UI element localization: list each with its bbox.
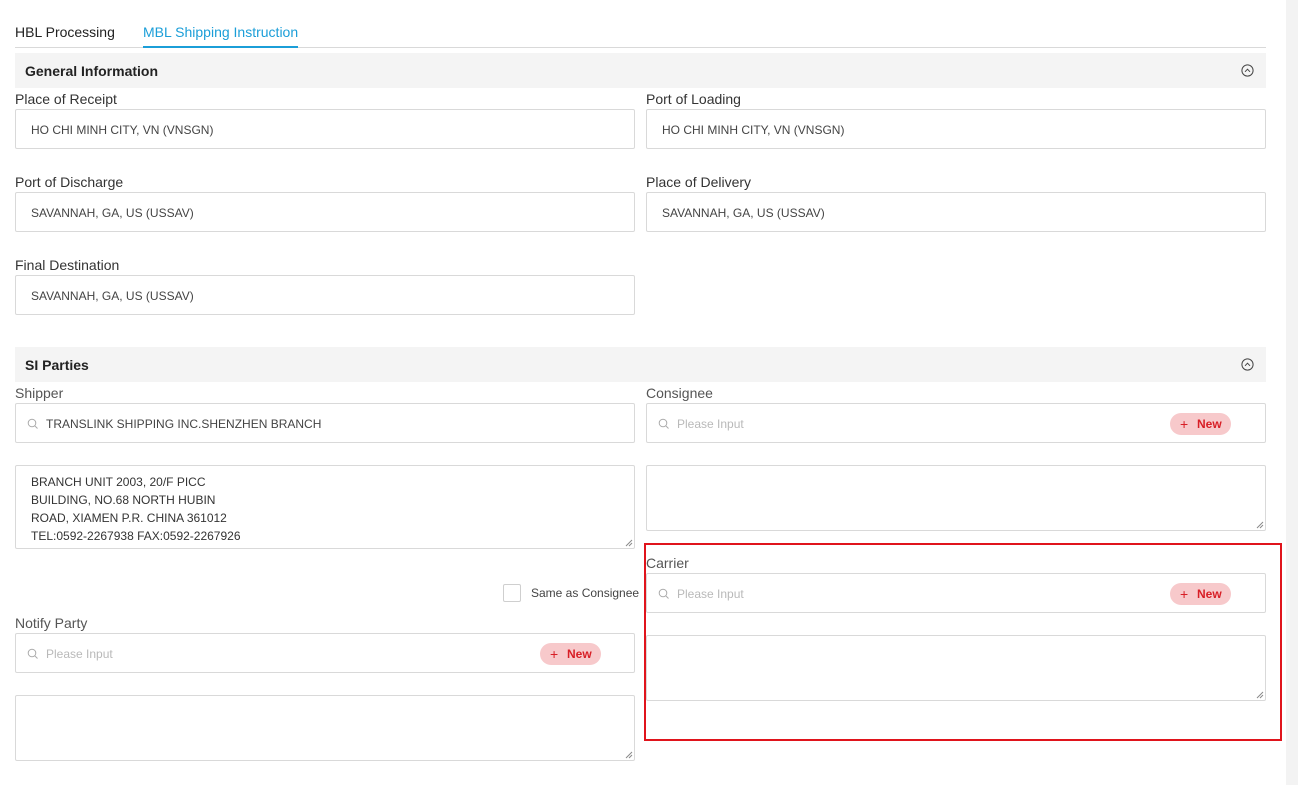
address-line: BUILDING, NO.68 NORTH HUBIN bbox=[31, 493, 216, 507]
search-icon bbox=[658, 418, 669, 429]
new-button-label: New bbox=[1197, 417, 1222, 431]
notify-party-new-button[interactable]: + New bbox=[540, 643, 601, 665]
shipper-address: BRANCH UNIT 2003, 20/F PICC BUILDING, NO… bbox=[31, 473, 241, 545]
consignee-search-field[interactable]: Please Input + New bbox=[646, 403, 1266, 443]
shipper-label: Shipper bbox=[15, 385, 64, 401]
collapse-up-icon[interactable] bbox=[1241, 358, 1254, 371]
notify-party-address-textarea[interactable] bbox=[15, 695, 635, 761]
place-of-delivery-label: Place of Delivery bbox=[646, 174, 752, 190]
place-of-receipt-label: Place of Receipt bbox=[15, 91, 117, 107]
port-of-loading-field[interactable]: HO CHI MINH CITY, VN (VNSGN) bbox=[646, 109, 1266, 149]
notify-party-label: Notify Party bbox=[15, 615, 88, 631]
place-of-delivery-value: SAVANNAH, GA, US (USSAV) bbox=[662, 206, 825, 220]
port-of-discharge-value: SAVANNAH, GA, US (USSAV) bbox=[31, 206, 194, 220]
plus-icon: + bbox=[550, 646, 559, 662]
address-line: BRANCH UNIT 2003, 20/F PICC bbox=[31, 475, 206, 489]
final-destination-value: SAVANNAH, GA, US (USSAV) bbox=[31, 289, 194, 303]
same-as-consignee-label: Same as Consignee bbox=[531, 586, 640, 600]
resize-grip-icon[interactable] bbox=[1256, 521, 1264, 529]
shipper-value: TRANSLINK SHIPPING INC.SHENZHEN BRANCH bbox=[46, 417, 322, 431]
plus-icon: + bbox=[1180, 416, 1189, 432]
resize-grip-icon[interactable] bbox=[625, 751, 633, 759]
carrier-highlight-box bbox=[644, 543, 1282, 741]
port-of-discharge-label: Port of Discharge bbox=[15, 174, 124, 190]
consignee-new-button[interactable]: + New bbox=[1170, 413, 1231, 435]
shipper-search-field[interactable]: TRANSLINK SHIPPING INC.SHENZHEN BRANCH bbox=[15, 403, 635, 443]
port-of-loading-label: Port of Loading bbox=[646, 91, 741, 107]
section-title: General Information bbox=[25, 63, 159, 79]
search-icon bbox=[27, 418, 38, 429]
shipper-address-textarea[interactable]: BRANCH UNIT 2003, 20/F PICC BUILDING, NO… bbox=[15, 465, 635, 549]
address-line: ROAD, XIAMEN P.R. CHINA 361012 bbox=[31, 511, 227, 525]
scrollbar-track[interactable] bbox=[1286, 0, 1298, 785]
search-icon bbox=[27, 648, 38, 659]
general-information-header[interactable]: General Information bbox=[15, 53, 1266, 88]
final-destination-field[interactable]: SAVANNAH, GA, US (USSAV) bbox=[15, 275, 635, 315]
port-of-discharge-field[interactable]: SAVANNAH, GA, US (USSAV) bbox=[15, 192, 635, 232]
tab-bar: HBL Processing MBL Shipping Instruction bbox=[15, 0, 1266, 48]
new-button-label: New bbox=[567, 647, 592, 661]
notify-party-search-field[interactable]: Please Input + New bbox=[15, 633, 635, 673]
consignee-label: Consignee bbox=[646, 385, 713, 401]
place-of-receipt-field[interactable]: HO CHI MINH CITY, VN (VNSGN) bbox=[15, 109, 635, 149]
section-title: SI Parties bbox=[25, 357, 89, 373]
consignee-placeholder: Please Input bbox=[677, 417, 744, 431]
consignee-address-textarea[interactable] bbox=[646, 465, 1266, 531]
place-of-receipt-value: HO CHI MINH CITY, VN (VNSGN) bbox=[31, 123, 214, 137]
tab-hbl-processing[interactable]: HBL Processing bbox=[15, 24, 115, 40]
same-as-consignee-checkbox[interactable] bbox=[503, 584, 521, 602]
address-line: TEL:0592-2267938 FAX:0592-2267926 bbox=[31, 529, 241, 543]
final-destination-label: Final Destination bbox=[15, 257, 120, 273]
place-of-delivery-field[interactable]: SAVANNAH, GA, US (USSAV) bbox=[646, 192, 1266, 232]
tab-mbl-shipping-instruction[interactable]: MBL Shipping Instruction bbox=[143, 24, 299, 48]
si-parties-header[interactable]: SI Parties bbox=[15, 347, 1266, 382]
port-of-loading-value: HO CHI MINH CITY, VN (VNSGN) bbox=[662, 123, 845, 137]
resize-grip-icon[interactable] bbox=[625, 539, 633, 547]
notify-party-placeholder: Please Input bbox=[46, 647, 113, 661]
collapse-up-icon[interactable] bbox=[1241, 64, 1254, 77]
